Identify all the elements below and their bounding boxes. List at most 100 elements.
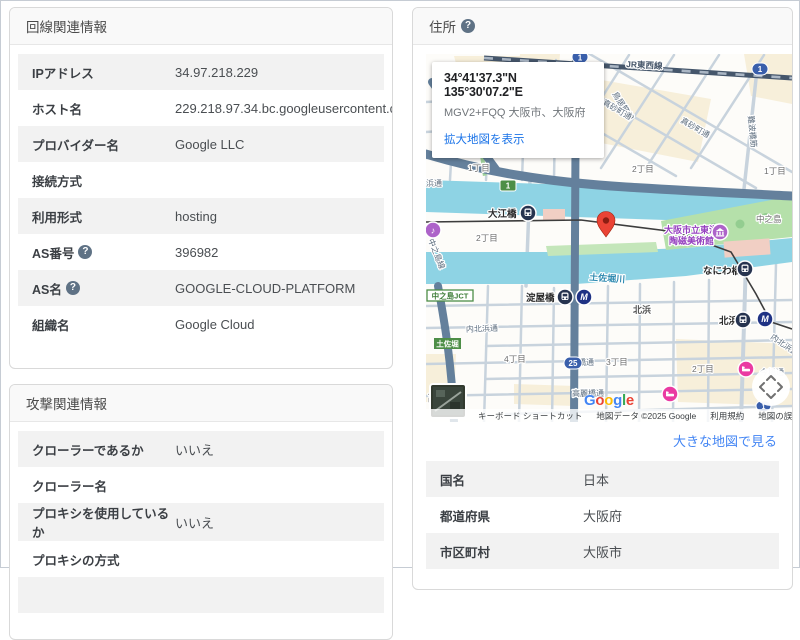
line-info-table: IPアドレス 34.97.218.229 ホスト名 229.218.97.34.… (10, 45, 392, 368)
address-panel-title: 住所 (429, 20, 456, 35)
svg-text:大阪市立東洋: 大阪市立東洋 (664, 224, 718, 235)
map-info-window: 34°41'37.3"N 135°30'07.2"E MGV2+FQQ 大阪市、… (432, 62, 604, 158)
row-value: 34.97.218.229 (175, 64, 259, 80)
plus-code-address: MGV2+FQQ 大阪市、大阪府 (444, 107, 586, 119)
line-info-panel-header: 回線関連情報 (10, 8, 392, 45)
hotel-icon-2[interactable] (737, 360, 755, 378)
table-row: AS名 ? GOOGLE-CLOUD-PLATFORM (18, 270, 384, 306)
svg-text:淀屋橋: 淀屋橋 (526, 292, 555, 304)
row-label: 接続方式 (32, 174, 83, 189)
station-icon-yodoyabashi[interactable] (556, 288, 574, 306)
table-row: プロキシを使用しているか いいえ (18, 503, 384, 541)
music-poi-icon[interactable]: ♪ (426, 221, 442, 239)
row-value: 229.218.97.34.bc.googleusercontent.com (175, 100, 393, 116)
row-label: プロキシの方式 (32, 553, 120, 568)
table-row: 接続方式 (18, 162, 384, 198)
station-icon-oebashi[interactable] (519, 204, 537, 222)
svg-text:1丁目: 1丁目 (468, 163, 490, 173)
svg-text:2丁目: 2丁目 (692, 364, 714, 374)
table-row: プロバイダー名 Google LLC (18, 126, 384, 162)
svg-text:25: 25 (569, 359, 578, 368)
row-label: クローラー名 (32, 479, 108, 494)
svg-text:1: 1 (758, 65, 763, 74)
tosabori-badge: 土佐堀 (434, 338, 461, 349)
keyboard-shortcuts-button[interactable]: キーボード ショートカット (478, 410, 582, 422)
address-panel: 住所 ? JR東西線 鳥居筋線 真砂町通 真砂町通 難波橋筋 1丁目 2丁目 浜… (412, 7, 793, 590)
station-icon-kitahama[interactable] (734, 311, 752, 329)
svg-text:♪: ♪ (431, 225, 436, 235)
table-row: IPアドレス 34.97.218.229 (18, 54, 384, 90)
left-column: 回線関連情報 IPアドレス 34.97.218.229 ホスト名 229.218… (9, 7, 393, 640)
table-row: プロキシの方式 (18, 541, 384, 577)
svg-text:2丁目: 2丁目 (476, 233, 498, 243)
view-larger-map-link[interactable]: 拡大地図を表示 (444, 131, 592, 147)
address-panel-body: JR東西線 鳥居筋線 真砂町通 真砂町通 堂島船大工町線 難波橋筋 1丁目 2丁… (413, 45, 792, 589)
row-label: 組織名 (32, 318, 70, 333)
table-row: 市区町村 大阪市 (426, 533, 779, 569)
coordinates-title: 34°41'37.3"N 135°30'07.2"E (444, 71, 523, 99)
table-row: 利用形式 hosting (18, 198, 384, 234)
svg-text:浜通: 浜通 (426, 178, 442, 188)
svg-text:JR東西線: JR東西線 (626, 59, 663, 71)
nakanoshima-jct-badge: 中之島JCT (426, 289, 474, 302)
attack-info-panel: 攻撃関連情報 クローラーであるか いいえ クローラー名 プロキシを使用しているか… (9, 384, 393, 640)
row-value: 大阪府 (583, 508, 623, 524)
svg-text:4丁目: 4丁目 (504, 354, 526, 364)
row-value: hosting (175, 208, 217, 224)
report-map-error-link[interactable]: 地図の誤りを報告する (758, 410, 792, 422)
attack-info-panel-title: 攻撃関連情報 (26, 397, 107, 412)
hotel-icon-1[interactable] (661, 385, 679, 403)
row-value: いいえ (175, 515, 215, 531)
row-label: AS番号 (32, 246, 75, 261)
row-label: プロバイダー名 (32, 138, 120, 153)
svg-text:1: 1 (506, 182, 511, 191)
terms-link[interactable]: 利用規約 (710, 410, 744, 422)
right-column: 住所 ? JR東西線 鳥居筋線 真砂町通 真砂町通 難波橋筋 1丁目 2丁目 浜… (412, 7, 793, 590)
table-row: クローラー名 (18, 467, 384, 503)
row-label: ホスト名 (32, 102, 83, 117)
row-value: Google LLC (175, 136, 245, 152)
svg-text:M: M (761, 314, 769, 324)
row-value: 396982 (175, 244, 219, 260)
table-row: 国名 日本 (426, 461, 779, 497)
map-data-copyright: 地図データ ©2025 Google (596, 410, 697, 421)
open-large-map-link[interactable]: 大きな地図で見る (426, 422, 779, 461)
svg-text:3丁目: 3丁目 (606, 357, 628, 367)
table-row: クローラーであるか いいえ (18, 431, 384, 467)
google-logo[interactable]: Google (584, 392, 634, 409)
museum-icon[interactable] (711, 223, 729, 241)
attack-info-panel-header: 攻撃関連情報 (10, 385, 392, 422)
metro-icon-kitahama[interactable]: M (756, 310, 774, 328)
table-row-partial (18, 577, 384, 613)
svg-text:M: M (580, 292, 588, 302)
svg-text:なにわ橋: なにわ橋 (703, 265, 742, 277)
row-value: 日本 (583, 472, 610, 488)
svg-text:大江橋: 大江橋 (488, 208, 517, 220)
table-row: 都道府県 大阪府 (426, 497, 779, 533)
svg-text:中之島JCT: 中之島JCT (432, 291, 469, 301)
help-icon[interactable]: ? (78, 245, 93, 259)
row-label: 都道府県 (440, 509, 491, 524)
svg-text:2丁目: 2丁目 (632, 164, 654, 174)
row-label: IPアドレス (32, 66, 94, 81)
row-label: プロキシを使用しているか (32, 507, 170, 540)
svg-text:中之島: 中之島 (756, 214, 782, 224)
ip-info-page: { "line_panel": { "title": "回線関連情報", "ro… (0, 0, 800, 640)
map-attribution-bar: キーボード ショートカット 地図データ ©2025 Google 利用規約 地図… (426, 409, 792, 422)
map-pan-control[interactable] (752, 368, 790, 406)
help-icon[interactable]: ? (461, 19, 475, 33)
metro-icon-yodoyabashi[interactable]: M (575, 288, 593, 306)
row-label: クローラーであるか (32, 443, 144, 458)
table-row: AS番号 ? 396982 (18, 234, 384, 270)
row-label: 市区町村 (440, 545, 491, 560)
help-icon[interactable]: ? (65, 281, 80, 295)
row-label: AS名 (32, 282, 62, 297)
row-value: Google Cloud (175, 316, 255, 332)
svg-text:陶磁美術館: 陶磁美術館 (669, 235, 714, 246)
address-panel-header: 住所 ? (413, 8, 792, 45)
attack-info-table: クローラーであるか いいえ クローラー名 プロキシを使用しているか いいえ プロ… (10, 422, 392, 639)
svg-text:1丁目: 1丁目 (764, 166, 786, 176)
google-map-embed[interactable]: JR東西線 鳥居筋線 真砂町通 真砂町通 堂島船大工町線 難波橋筋 1丁目 2丁… (426, 54, 792, 422)
station-icon-naniwabashi[interactable] (736, 260, 754, 278)
row-value: いいえ (175, 442, 215, 458)
